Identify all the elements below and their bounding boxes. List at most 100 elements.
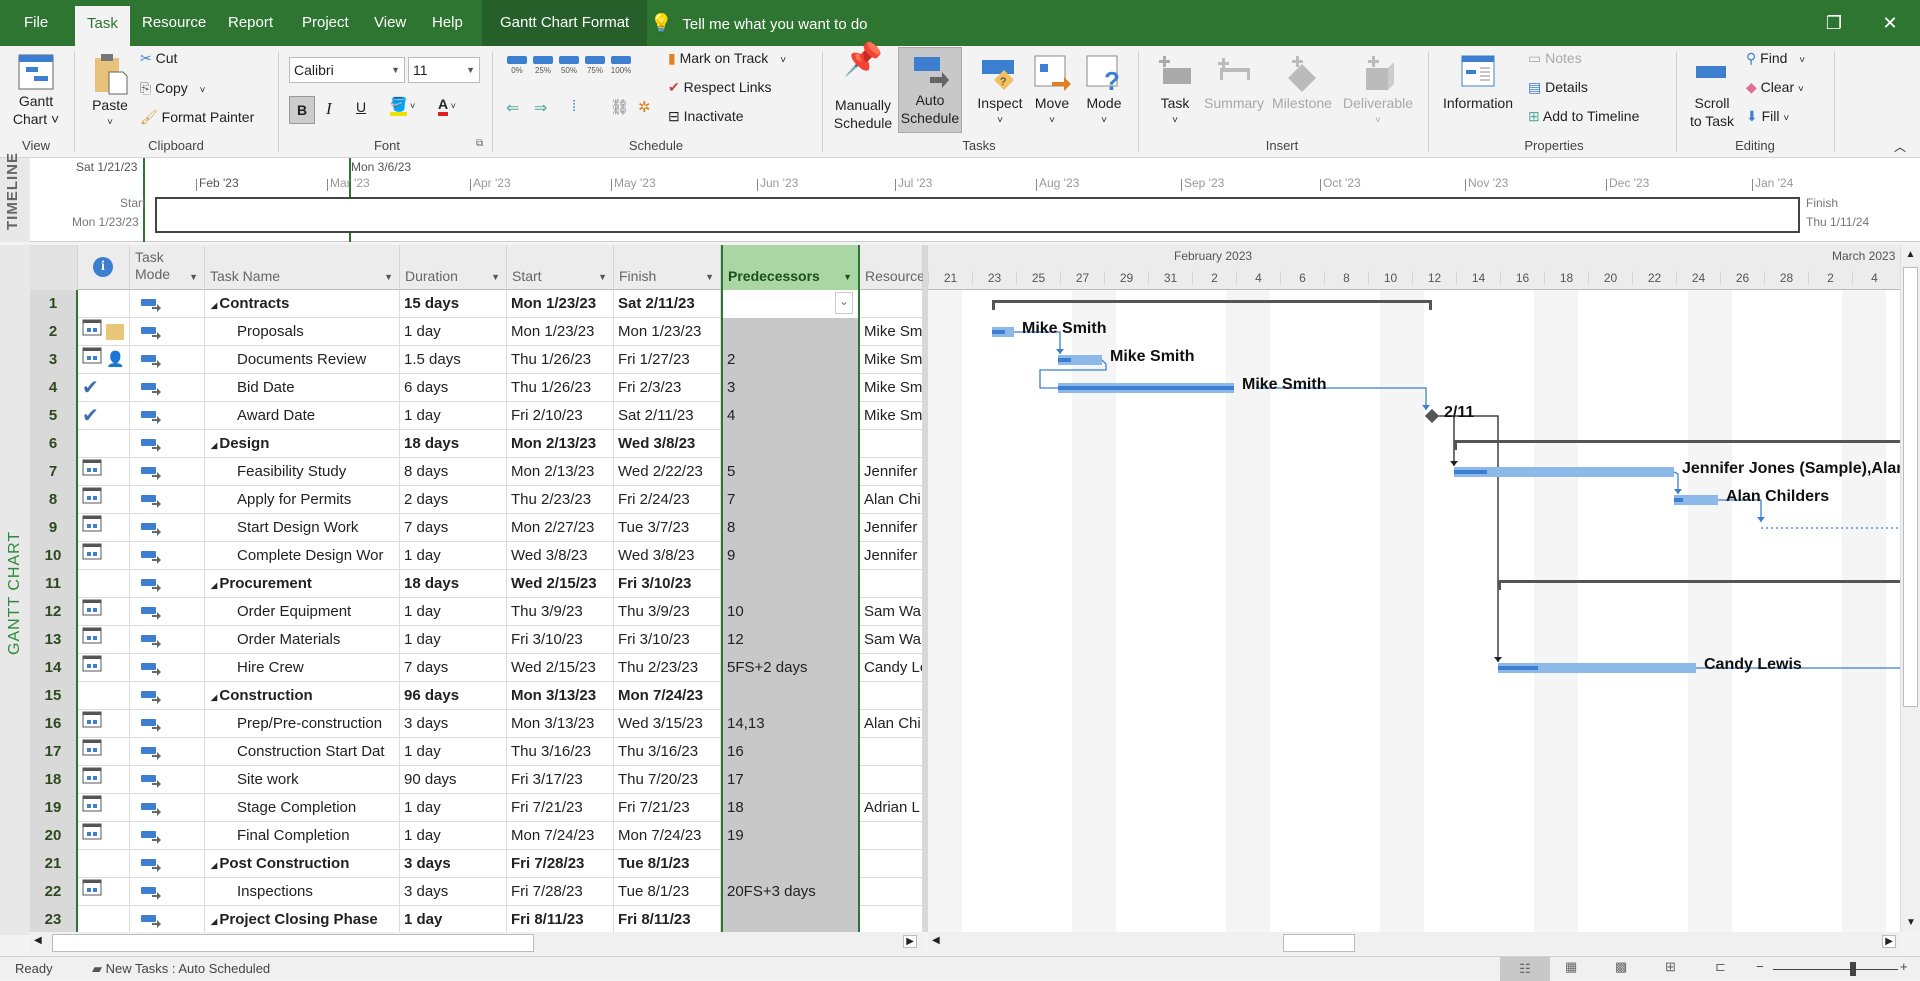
start-cell[interactable]: Mon 1/23/23 — [507, 290, 614, 318]
row-number[interactable]: 19 — [30, 794, 78, 822]
task-bar[interactable] — [1498, 663, 1696, 673]
duration-cell[interactable]: 7 days — [400, 514, 507, 542]
predecessors-cell[interactable]: 17 — [721, 766, 860, 794]
start-cell[interactable]: Fri 2/10/23 — [507, 402, 614, 430]
scroll-left-icon[interactable]: ◀ — [932, 935, 940, 946]
resource-cell[interactable]: Jennifer — [860, 514, 923, 542]
table-row[interactable]: 1 ◢ Contracts 15 days Mon 1/23/23 Sat 2/11/2… — [30, 290, 923, 318]
timeline-pane[interactable]: TIMELINE Sat 1/21/23 Mon 3/6/23 Start Mo… — [0, 152, 1920, 242]
task-name-cell[interactable]: Feasibility Study — [205, 458, 400, 486]
task-name-cell[interactable]: Construction Start Dat — [205, 738, 400, 766]
tab-view[interactable]: View — [362, 0, 418, 46]
task-name-cell[interactable]: ◢ Procurement — [205, 570, 400, 598]
table-row[interactable]: 7 Feasibility Study 8 days Mon 2/13/23 Wed 2… — [30, 458, 923, 486]
percent-100-button[interactable]: 100% — [608, 56, 634, 75]
task-name-cell[interactable]: Stage Completion — [205, 794, 400, 822]
resource-cell[interactable] — [860, 822, 923, 850]
task-mode-cell[interactable] — [130, 402, 205, 430]
start-cell[interactable]: Mon 3/13/23 — [507, 682, 614, 710]
predecessors-cell[interactable] — [721, 570, 860, 598]
predecessors-cell[interactable]: 2 — [721, 346, 860, 374]
resource-cell[interactable]: Alan Chi — [860, 486, 923, 514]
start-cell[interactable]: Fri 3/10/23 — [507, 626, 614, 654]
task-name-cell[interactable]: ◢ Construction — [205, 682, 400, 710]
view-report-icon[interactable]: ⊏ — [1715, 959, 1726, 975]
table-row[interactable]: 11 ◢ Procurement 18 days Wed 2/15/23 Fri 3/1… — [30, 570, 923, 598]
task-mode-cell[interactable] — [130, 794, 205, 822]
outdent-icon[interactable]: ⇐ — [506, 98, 519, 118]
start-cell[interactable]: Fri 7/21/23 — [507, 794, 614, 822]
view-team-planner-icon[interactable]: ▩ — [1615, 959, 1627, 975]
task-mode-cell[interactable] — [130, 514, 205, 542]
task-mode-cell[interactable] — [130, 486, 205, 514]
duration-cell[interactable]: 1 day — [400, 626, 507, 654]
start-cell[interactable]: Thu 3/9/23 — [507, 598, 614, 626]
task-name-cell[interactable]: ◢ Post Construction — [205, 850, 400, 878]
task-mode-cell[interactable] — [130, 346, 205, 374]
table-row[interactable]: 20 Final Completion 1 day Mon 7/24/23 Mon 7/… — [30, 822, 923, 850]
paste-button[interactable]: Paste ˅ — [88, 52, 132, 132]
predecessors-cell[interactable]: 3 — [721, 374, 860, 402]
scroll-left-icon[interactable]: ◀ — [34, 935, 42, 946]
vertical-scroll-thumb[interactable] — [1903, 267, 1918, 707]
table-row[interactable]: 17 Construction Start Dat 1 day Thu 3/16/23… — [30, 738, 923, 766]
inactivate-button[interactable]: ⊟ Inactivate — [668, 108, 744, 125]
resource-cell[interactable]: Mike Sm — [860, 374, 923, 402]
tab-file[interactable]: File — [12, 0, 60, 46]
tab-help[interactable]: Help — [420, 0, 475, 46]
font-dialog-launcher-icon[interactable]: ⧉ — [476, 138, 483, 149]
notes-button[interactable]: ▭ Notes — [1528, 50, 1582, 67]
finish-cell[interactable]: Fri 1/27/23 — [614, 346, 721, 374]
start-cell[interactable]: Fri 3/17/23 — [507, 766, 614, 794]
task-mode-cell[interactable] — [130, 458, 205, 486]
task-name-cell[interactable]: ◢ Design — [205, 430, 400, 458]
task-name-cell[interactable]: Prep/Pre-construction — [205, 710, 400, 738]
column-header-predecessors[interactable]: Predecessors ▼ — [721, 245, 860, 290]
task-name-cell[interactable]: Complete Design Wor — [205, 542, 400, 570]
row-number[interactable]: 17 — [30, 738, 78, 766]
summary-bar[interactable] — [1454, 440, 1900, 450]
row-number[interactable]: 10 — [30, 542, 78, 570]
resource-cell[interactable]: Jennifer — [860, 458, 923, 486]
task-mode-cell[interactable] — [130, 822, 205, 850]
resource-cell[interactable]: Mike Sm — [860, 318, 923, 346]
task-mode-cell[interactable] — [130, 710, 205, 738]
start-cell[interactable]: Wed 3/8/23 — [507, 542, 614, 570]
resource-cell[interactable]: Alan Chi — [860, 710, 923, 738]
predecessors-cell[interactable]: 5FS+2 days — [721, 654, 860, 682]
fill-button[interactable]: ⬇ Fill ˅ — [1746, 108, 1789, 125]
start-cell[interactable]: Fri 7/28/23 — [507, 878, 614, 906]
resource-cell[interactable] — [860, 738, 923, 766]
resource-cell[interactable]: Jennifer — [860, 542, 923, 570]
task-bar[interactable] — [1674, 495, 1718, 505]
tab-task[interactable]: Task — [75, 6, 130, 46]
table-row[interactable]: 5 ✔ Award Date 1 day Fri 2/10/23 Sat 2/11/23 4… — [30, 402, 923, 430]
predecessors-cell[interactable]: 9 — [721, 542, 860, 570]
highlight-color-button[interactable]: 🪣 ˅ — [390, 96, 415, 116]
task-bar[interactable] — [992, 327, 1014, 337]
scroll-to-task-button[interactable]: Scroll to Task — [1684, 54, 1740, 130]
finish-cell[interactable]: Sat 2/11/23 — [614, 290, 721, 318]
select-all-corner[interactable] — [30, 245, 78, 290]
task-mode-cell[interactable] — [130, 598, 205, 626]
tell-me-search[interactable]: 💡 Tell me what you want to do — [650, 0, 868, 46]
start-cell[interactable]: Wed 2/15/23 — [507, 570, 614, 598]
duration-cell[interactable]: 2 days — [400, 486, 507, 514]
finish-cell[interactable]: Wed 3/8/23 — [614, 430, 721, 458]
scroll-down-icon[interactable]: ▼ — [1901, 917, 1920, 928]
task-mode-cell[interactable] — [130, 570, 205, 598]
details-button[interactable]: ▤ Details — [1528, 79, 1588, 96]
row-number[interactable]: 13 — [30, 626, 78, 654]
font-size-select[interactable]: 11 ▼ — [408, 57, 480, 83]
percent-25-button[interactable]: 25% — [530, 56, 556, 75]
grid-horizontal-scrollbar[interactable]: ◀ ▶ — [30, 932, 923, 954]
task-mode-cell[interactable] — [130, 542, 205, 570]
duration-cell[interactable]: 7 days — [400, 654, 507, 682]
duration-cell[interactable]: 1 day — [400, 822, 507, 850]
resource-cell[interactable]: Sam Wa — [860, 626, 923, 654]
table-row[interactable]: 9 Start Design Work 7 days Mon 2/27/23 Tue 3… — [30, 514, 923, 542]
predecessors-cell[interactable]: 10 — [721, 598, 860, 626]
resource-cell[interactable]: Sam Wa — [860, 598, 923, 626]
finish-cell[interactable]: Fri 3/10/23 — [614, 570, 721, 598]
start-cell[interactable]: Mon 7/24/23 — [507, 822, 614, 850]
